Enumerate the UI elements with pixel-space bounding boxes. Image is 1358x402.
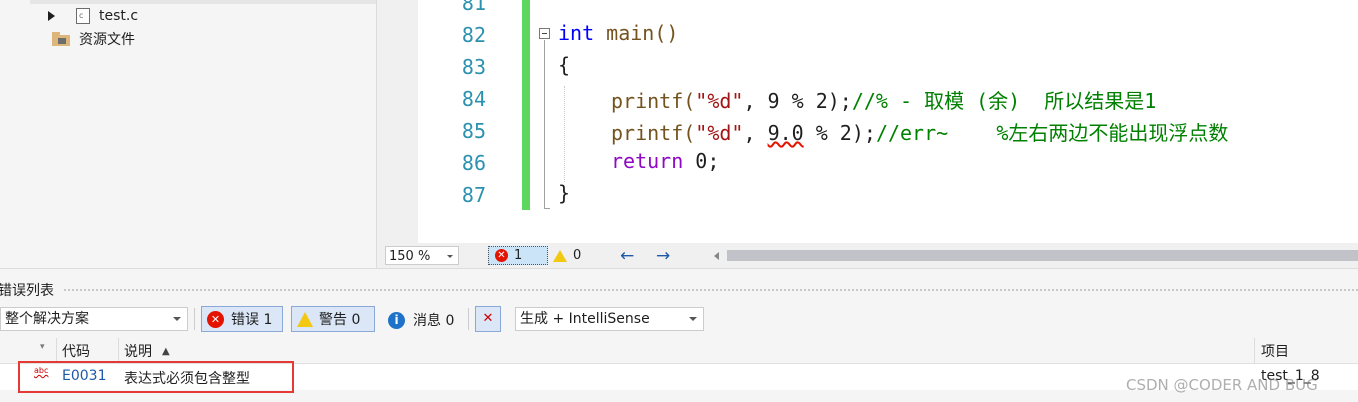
messages-filter-button[interactable]: i 消息 0 xyxy=(388,310,454,330)
code-line-85: printf("%d", 9.0 % 2);//err~ %左右两边不能出现浮点… xyxy=(611,121,1229,145)
filter-icon[interactable]: ✕ xyxy=(475,306,501,332)
code-line-84: printf("%d", 9 % 2);//% - 取模 (余) 所以结果是1 xyxy=(611,89,1157,113)
column-header-project[interactable]: 项目 xyxy=(1261,338,1289,364)
panel-title: 错误列表 xyxy=(0,283,54,299)
title-grip xyxy=(64,289,1358,291)
code-line-86: return 0; xyxy=(611,149,720,173)
zoom-select[interactable]: 150 % xyxy=(385,246,459,265)
tree-item-resource-files[interactable]: 资源文件 xyxy=(52,28,135,50)
build-filter-dropdown[interactable]: 生成 + IntelliSense xyxy=(515,307,704,331)
error-icon: ✕ xyxy=(495,249,508,262)
warnings-filter-button[interactable]: 警告 0 xyxy=(291,306,375,332)
line-number: 84 xyxy=(461,87,486,111)
back-arrow-icon[interactable]: ← xyxy=(620,246,634,266)
editor-status-bar: 150 % ✕ 1 0 ← → xyxy=(377,243,1358,268)
column-divider xyxy=(1254,338,1255,364)
line-number: 81 xyxy=(461,0,486,15)
errors-filter-button[interactable]: ✕ 错误 1 xyxy=(201,306,283,332)
code-editor[interactable]: 81 82 83 84 85 86 87 int main() { printf… xyxy=(418,0,1358,243)
code-line-87: } xyxy=(558,181,571,205)
warnings-count: 0 xyxy=(573,248,582,263)
separator xyxy=(194,308,195,330)
tree-item-test-c[interactable]: c test.c xyxy=(48,5,138,27)
horizontal-scrollbar[interactable] xyxy=(727,250,1358,261)
outline-guide-end xyxy=(544,208,550,209)
line-number: 83 xyxy=(461,55,486,79)
error-list-panel: 错误列表 整个解决方案 ✕ 错误 1 警告 0 i 消息 0 ✕ 生成 + In… xyxy=(0,268,1358,402)
line-number: 85 xyxy=(461,119,486,143)
tree-row-partial xyxy=(30,0,376,4)
highlight-box xyxy=(18,361,294,393)
code-line-82: int main() xyxy=(558,21,679,45)
change-tracking-bar xyxy=(522,0,530,210)
forward-arrow-icon[interactable]: → xyxy=(656,246,670,266)
line-number: 86 xyxy=(461,151,486,175)
warnings-indicator[interactable]: 0 xyxy=(553,246,581,265)
resource-folder-icon xyxy=(52,32,70,46)
error-icon: ✕ xyxy=(207,310,224,328)
separator xyxy=(468,308,469,330)
line-number: 82 xyxy=(461,23,486,47)
chevron-down-icon xyxy=(173,317,181,321)
warning-icon xyxy=(297,311,313,327)
chevron-down-icon xyxy=(447,255,453,258)
errors-count: 1 xyxy=(514,248,523,263)
grid-options-icon[interactable]: ▾ xyxy=(40,342,45,352)
line-number: 87 xyxy=(461,183,486,207)
editor-margin xyxy=(377,0,418,268)
indent-guide xyxy=(564,86,565,182)
outline-guide xyxy=(544,40,545,208)
collapse-toggle-icon[interactable] xyxy=(539,28,550,39)
panel-divider xyxy=(0,268,1358,269)
code-line-83: { xyxy=(558,53,571,77)
tree-item-label: 资源文件 xyxy=(79,32,135,48)
solution-explorer: c test.c 资源文件 xyxy=(0,0,377,268)
chevron-down-icon xyxy=(689,317,697,321)
info-icon: i xyxy=(388,311,405,329)
sort-ascending-icon: ▲ xyxy=(162,345,170,357)
expand-arrow-icon[interactable] xyxy=(48,11,55,21)
error-squiggle: 9.0 xyxy=(767,121,804,145)
c-file-icon: c xyxy=(76,8,90,24)
scope-dropdown[interactable]: 整个解决方案 xyxy=(0,307,188,331)
tree-item-label: test.c xyxy=(99,8,139,24)
errors-indicator[interactable]: ✕ 1 xyxy=(488,246,548,265)
zoom-value: 150 % xyxy=(389,249,431,264)
warning-icon xyxy=(553,249,567,262)
watermark: CSDN @CODER AND BUG xyxy=(1126,376,1318,394)
scroll-left-icon[interactable] xyxy=(714,252,719,260)
